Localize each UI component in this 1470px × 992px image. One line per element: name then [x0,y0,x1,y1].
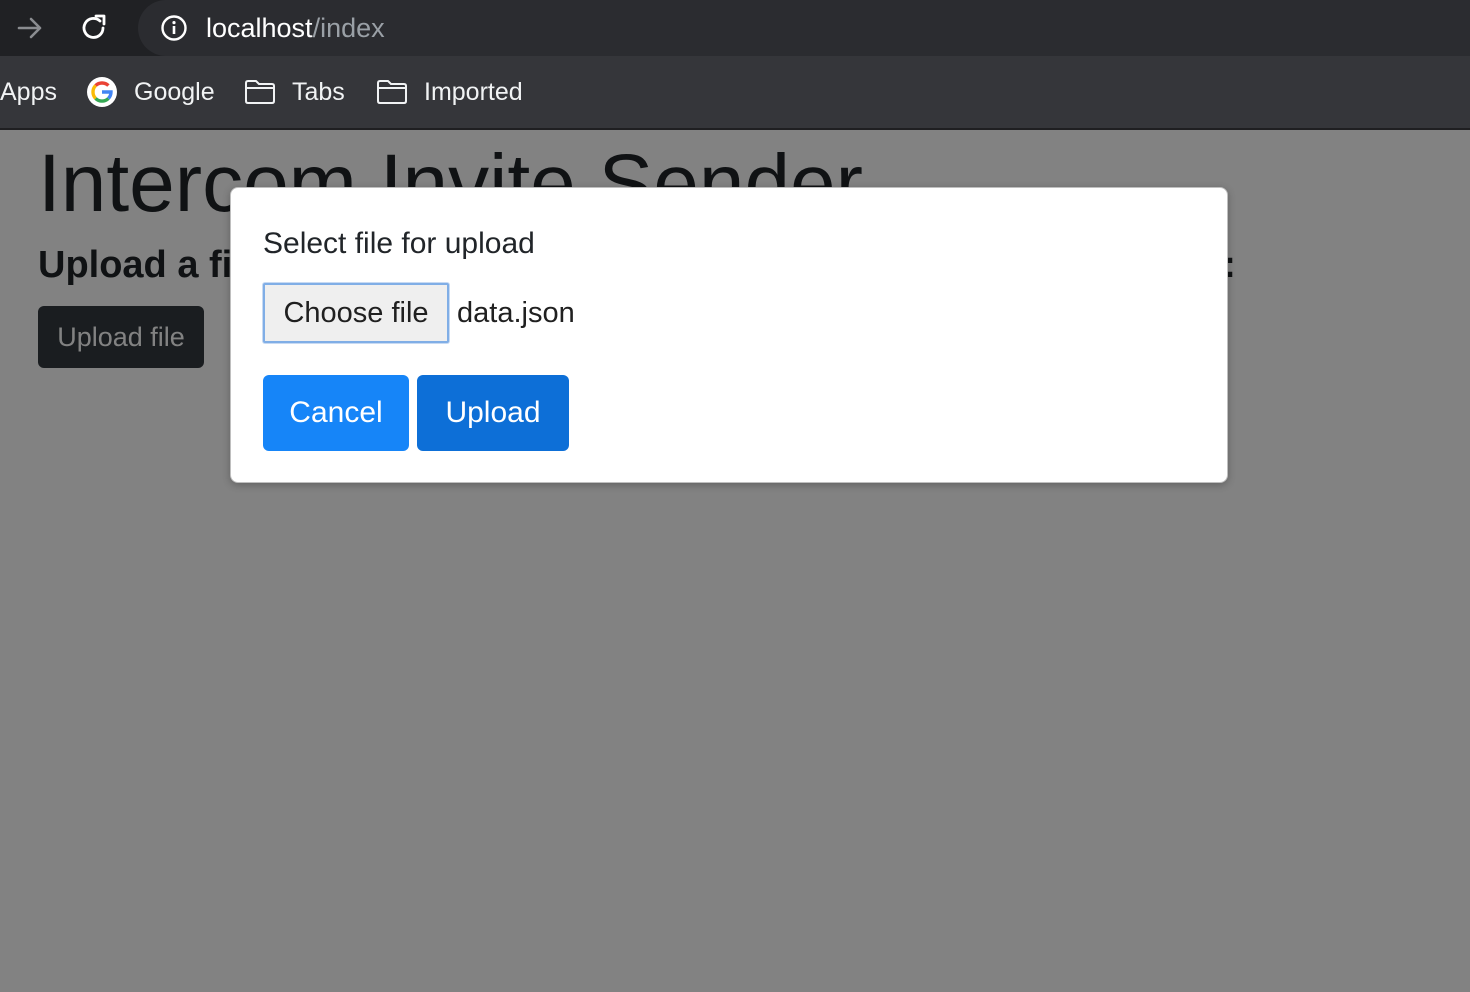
modal-label: Select file for upload [263,227,535,260]
bookmark-tabs[interactable]: Tabs [244,56,345,128]
address-bar[interactable]: localhost/index [138,0,1470,56]
upload-button[interactable]: Upload [417,375,569,451]
bookmark-label: Google [134,77,215,106]
bookmarks-bar: Apps Google Tabs Imported [0,56,1470,130]
browser-toolbar: localhost/index [0,0,1470,56]
reload-button[interactable] [76,10,112,46]
info-icon[interactable] [160,14,188,42]
upload-modal: Select file for upload Choose file data.… [230,187,1228,483]
forward-button[interactable] [12,10,48,46]
arrow-right-icon [17,17,42,39]
url-text: localhost/index [206,13,385,43]
url-host: localhost [206,13,313,43]
reload-icon [82,14,106,39]
selected-file-name: data.json [457,297,575,329]
bookmark-apps[interactable]: Apps [0,56,57,128]
cancel-button[interactable]: Cancel [263,375,409,451]
bookmark-imported[interactable]: Imported [376,56,523,128]
folder-icon [376,79,408,105]
bookmark-label: Tabs [292,77,345,106]
choose-file-button[interactable]: Choose file [263,283,449,343]
url-path: /index [312,13,385,43]
folder-icon [244,79,276,105]
google-icon [86,76,118,108]
bookmark-google[interactable]: Google [86,56,215,128]
bookmark-label: Apps [0,77,57,106]
bookmark-label: Imported [424,77,523,106]
